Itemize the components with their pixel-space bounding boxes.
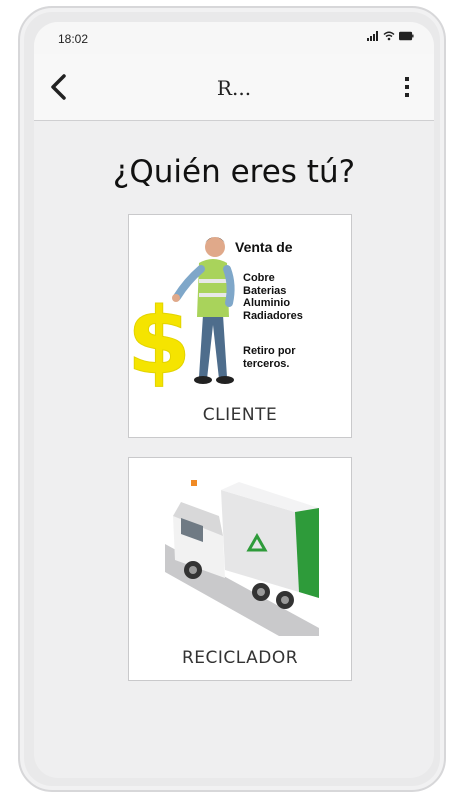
reciclador-card[interactable]: RECICLADOR bbox=[128, 457, 352, 681]
promo-item: Radiadores bbox=[243, 309, 303, 322]
app-bar: R... bbox=[34, 54, 434, 121]
promo-item: Aluminio bbox=[243, 297, 291, 309]
promo-item: Cobre bbox=[243, 272, 275, 284]
status-icons bbox=[367, 31, 414, 41]
battery-icon bbox=[399, 31, 414, 41]
promo-note: Retiro por terceros. bbox=[243, 345, 296, 370]
garbage-truck-illustration bbox=[165, 480, 319, 636]
svg-text:$: $ bbox=[129, 288, 191, 393]
cliente-illustration: $ Venta de Cobre Baterias Aluminio Radia… bbox=[126, 215, 351, 396]
cliente-card[interactable]: $ Venta de Cobre Baterias Aluminio Radia… bbox=[126, 214, 352, 438]
reciclador-label: RECICLADOR bbox=[181, 648, 299, 668]
phone-frame: 18:02 R... ¿Quién eres tú? $ Venta de Co… bbox=[18, 6, 446, 792]
reciclador-illustration bbox=[129, 458, 351, 636]
cliente-label: CLIENTE bbox=[202, 405, 278, 425]
status-bar: 18:02 bbox=[34, 22, 434, 54]
more-vertical-icon bbox=[405, 77, 409, 97]
app-screen: 18:02 R... ¿Quién eres tú? $ Venta de Co… bbox=[34, 22, 434, 778]
signal-icon bbox=[367, 31, 378, 41]
promo-note-line: Retiro por bbox=[243, 345, 296, 357]
app-title: R... bbox=[216, 76, 252, 100]
promo-note-line: terceros. bbox=[243, 357, 290, 370]
status-time: 18:02 bbox=[58, 32, 89, 46]
promo-items: Cobre Baterias Aluminio Radiadores bbox=[243, 272, 303, 322]
promo-item: Baterias bbox=[243, 284, 287, 297]
promo-heading: Venta de bbox=[235, 239, 293, 255]
page-title: ¿Quién eres tú? bbox=[112, 154, 356, 190]
overflow-menu-button[interactable] bbox=[392, 69, 422, 105]
wifi-icon bbox=[383, 31, 395, 41]
